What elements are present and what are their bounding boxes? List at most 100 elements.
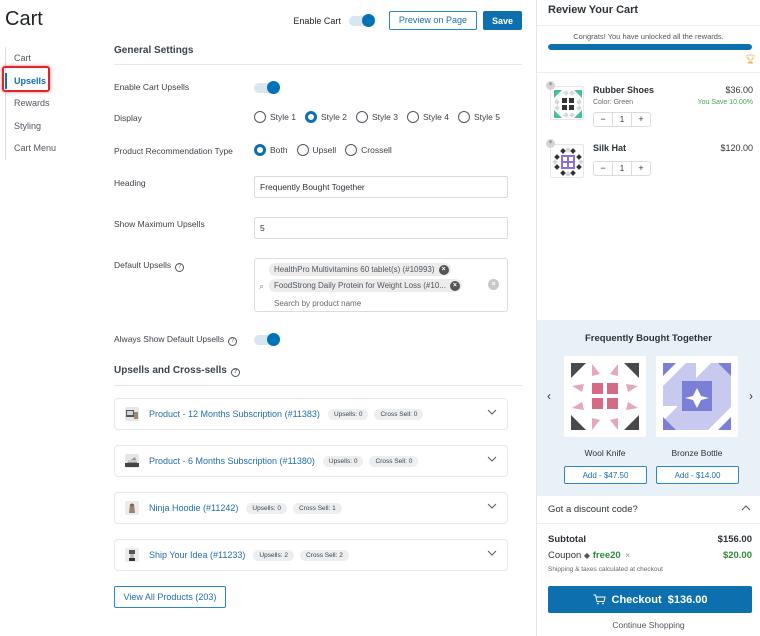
heading-label: Heading [114,178,146,188]
radio-style-2[interactable]: Style 2 [305,111,347,123]
sidebar-item-upsells[interactable]: Upsells [4,70,56,93]
trophy-icon: 🏆︎ [744,54,756,64]
save-button[interactable]: Save [482,11,522,30]
toggle-knob [267,333,280,346]
radio-label: Upsell [312,145,337,155]
quantity-value[interactable]: 1 [612,113,632,126]
decrease-quantity-button[interactable]: − [594,162,612,175]
product-image [656,356,738,437]
product-name-link[interactable]: Product - 6 Months Subscription (#11380) [149,456,315,466]
remove-chip-icon[interactable]: × [438,264,449,275]
radio-style-1[interactable]: Style 1 [254,111,296,123]
product-thumbnail [125,548,139,562]
radio-circle [407,111,419,123]
default-upsells-multiselect[interactable]: HealthPro Multivitamins 60 tablet(s) (#1… [254,258,508,312]
fbt-product-card: Wool Knife Add - $47.50 [564,356,647,484]
rewards-message: Congrats! You have unlocked all the rewa… [573,32,724,41]
help-icon[interactable]: ? [230,368,240,377]
max-upsells-input[interactable]: 5 [254,217,508,239]
radio-upsell[interactable]: Upsell [296,144,337,156]
coupon-label: Coupon [548,550,582,561]
radio-both[interactable]: Both [254,144,288,156]
always-show-label: Always Show Default Upsells? [114,334,238,346]
product-name-link[interactable]: Ship Your Idea (#11233) [149,550,245,560]
sidebar-item-cart[interactable]: Cart [6,47,56,70]
cart-item-variant: Color: Green [593,99,634,106]
cart-icon [593,594,606,605]
search-icon: ⌕ [259,281,265,291]
product-name-link[interactable]: Product - 12 Months Subscription (#11383… [149,409,320,419]
product-thumbnail [125,407,139,421]
chevron-down-icon[interactable] [487,548,497,558]
sidebar-item-rewards[interactable]: Rewards [6,92,56,115]
fbt-product-name: Wool Knife [584,448,626,458]
upsells-count-badge: Upsells: 0 [327,408,369,420]
product-row[interactable]: Ninja Hoodie (#11242) Upsells: 0 Cross S… [114,492,508,524]
radio-style-4[interactable]: Style 4 [407,111,449,123]
cart-item: × Rubber Shoes Color: Green $36.00 You S… [546,81,753,132]
radio-label: Crossell [361,145,392,155]
coupon-code: free20 [592,550,621,561]
continue-shopping-link[interactable]: Continue Shopping [537,620,760,630]
increase-quantity-button[interactable]: + [632,113,650,126]
fbt-product-name: Bronze Bottle [671,448,723,458]
sidebar-item-cart-menu[interactable]: Cart Menu [6,137,56,160]
product-row[interactable]: Product - 6 Months Subscription (#11380)… [114,445,508,477]
view-all-products-button[interactable]: View All Products (203) [114,586,226,608]
remove-item-icon[interactable]: × [546,139,555,148]
cart-preview-panel: Review Your Cart Congrats! You have unlo… [536,0,760,636]
chevron-down-icon[interactable] [487,407,497,417]
sidebar-item-styling[interactable]: Styling [6,115,56,138]
upsells-cross-sells-header: Upsells and Cross-sells? [114,365,522,386]
radio-style-3[interactable]: Style 3 [356,111,398,123]
tag-icon: ◆ [583,551,591,560]
quantity-stepper: − 1 + [593,112,651,127]
upsells-count-badge: Upsells: 0 [322,455,364,467]
chevron-down-icon[interactable] [487,454,497,464]
enable-cart-toggle[interactable] [348,13,375,27]
enable-upsells-toggle[interactable] [254,81,280,94]
recommendation-type-label: Product Recommendation Type [114,146,233,156]
always-show-label-text: Always Show Default Upsells [114,334,225,344]
product-row[interactable]: Ship Your Idea (#11233) Upsells: 2 Cross… [114,539,508,571]
chip-label: HealthPro Multivitamins 60 tablet(s) (#1… [274,265,435,274]
product-name-link[interactable]: Ninja Hoodie (#11242) [149,503,238,513]
shipping-note: Shipping & taxes calculated at checkout [548,566,663,573]
radio-label: Style 1 [270,112,296,122]
remove-item-icon[interactable]: × [546,81,555,90]
chevron-right-icon[interactable]: › [749,389,753,403]
cart-item-name: Rubber Shoes [593,85,655,95]
remove-coupon-icon[interactable]: × [625,551,630,560]
chevron-down-icon[interactable] [487,501,497,511]
radio-style-5[interactable]: Style 5 [458,111,500,123]
upsells-count-badge: Upsells: 0 [246,502,287,514]
quantity-value[interactable]: 1 [612,162,632,175]
discount-code-toggle[interactable]: Got a discount code? [537,496,760,524]
always-show-toggle[interactable] [254,333,280,346]
heading-input[interactable]: Frequently Bought Together [254,176,508,198]
remove-chip-icon[interactable]: × [449,280,460,291]
cart-item-savings: You Save 10.00% [697,99,753,106]
add-to-cart-button[interactable]: Add - $14.00 [656,466,739,484]
radio-circle [356,111,368,123]
checkout-button[interactable]: Checkout $136.00 [548,586,752,613]
radio-circle [345,144,358,156]
search-placeholder[interactable]: Search by product name [274,299,361,308]
product-row[interactable]: Product - 12 Months Subscription (#11383… [114,398,508,430]
add-to-cart-button[interactable]: Add - $47.50 [564,466,647,484]
cross-sell-count-badge: Cross Sell: 1 [292,502,342,514]
fbt-product-card: Bronze Bottle Add - $14.00 [656,356,739,484]
radio-crossell[interactable]: Crossell [345,144,392,156]
help-icon[interactable]: ? [175,263,185,272]
radio-label: Style 2 [321,112,347,122]
chevron-left-icon[interactable]: ‹ [547,389,551,403]
radio-circle [305,111,317,123]
increase-quantity-button[interactable]: + [632,162,650,175]
decrease-quantity-button[interactable]: − [594,113,612,126]
radio-circle [254,144,266,156]
clear-all-icon[interactable]: × [488,279,499,290]
preview-on-page-button[interactable]: Preview on Page [388,11,477,30]
help-icon[interactable]: ? [228,337,238,346]
display-style-radio-group: Style 1 Style 2 Style 3 Style 4 Style 5 [254,111,509,123]
coupon-line: Coupon ◆ free20 × $20.00 [548,550,752,566]
